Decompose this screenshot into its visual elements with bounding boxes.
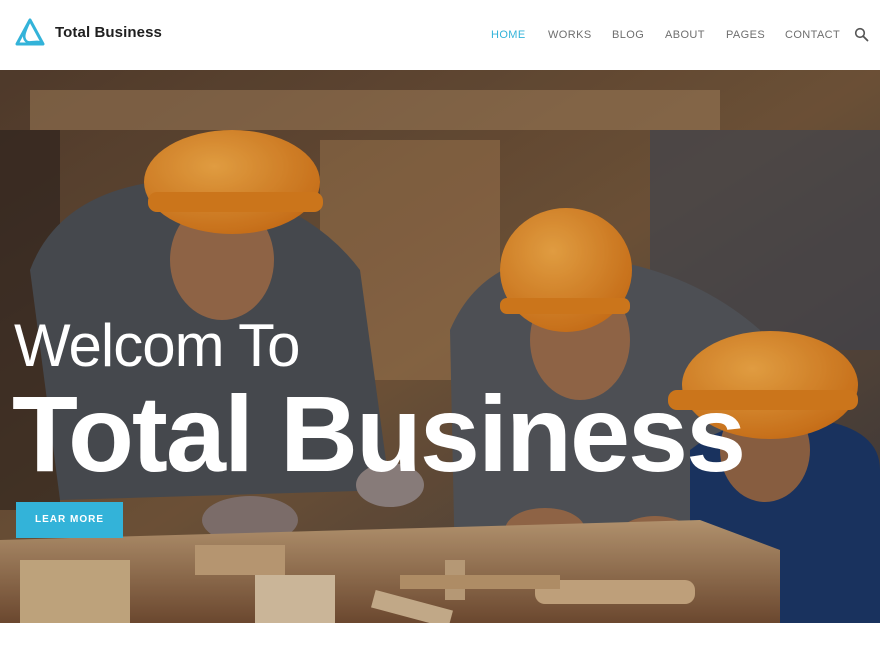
hero-title: Total Business xyxy=(12,373,746,494)
nav-item-home[interactable]: HOME xyxy=(491,28,526,42)
learn-more-button[interactable]: LEAR MORE xyxy=(16,502,123,538)
nav-item-pages[interactable]: PAGES xyxy=(726,28,765,42)
nav-item-works[interactable]: WORKS xyxy=(548,28,592,42)
content-area xyxy=(0,623,880,660)
nav-item-blog[interactable]: BLOG xyxy=(612,28,644,42)
brand-name[interactable]: Total Business xyxy=(55,24,162,41)
hero-welcome-heading: Welcom To xyxy=(14,312,301,379)
nav-item-contact[interactable]: CONTACT xyxy=(785,28,840,42)
nav-item-about[interactable]: ABOUT xyxy=(665,28,705,42)
triangle-loop-logo-icon[interactable] xyxy=(14,17,46,47)
search-icon[interactable] xyxy=(854,27,869,42)
site-header: Total Business HOME WORKS BLOG ABOUT PAG… xyxy=(0,0,880,70)
hero-banner: Welcom To Total Business LEAR MORE xyxy=(0,70,880,623)
